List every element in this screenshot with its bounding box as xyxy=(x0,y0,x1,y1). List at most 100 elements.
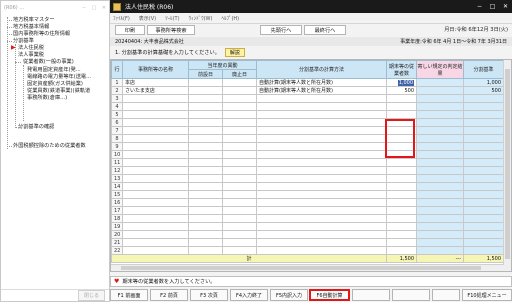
before-date-cell[interactable] xyxy=(188,126,223,135)
tree-item-inhabitant-tax[interactable]: 法人住民税 xyxy=(18,45,44,51)
after-date-cell[interactable] xyxy=(221,94,258,103)
after-date-cell[interactable] xyxy=(221,230,258,239)
office-name-cell[interactable] xyxy=(122,150,189,159)
employees-input-cell[interactable] xyxy=(386,174,418,183)
employees-input-cell[interactable] xyxy=(386,150,418,159)
after-date-cell[interactable] xyxy=(221,166,258,175)
close-button[interactable]: 閉じる xyxy=(77,290,105,301)
after-date-cell[interactable] xyxy=(221,158,258,167)
tree-item-tax-rate-master[interactable]: 地方税率マスター xyxy=(13,17,55,23)
f8-button[interactable] xyxy=(392,289,430,301)
vertical-scrollbar[interactable] xyxy=(503,60,511,271)
after-date-cell[interactable] xyxy=(221,134,258,143)
menu-tools[interactable]: ﾂｰﾙ(T) xyxy=(165,15,179,22)
calc-method-cell[interactable] xyxy=(256,206,388,215)
after-date-cell[interactable] xyxy=(221,174,258,183)
after-date-cell[interactable] xyxy=(221,110,258,119)
after-date-cell[interactable] xyxy=(221,102,258,111)
calc-method-cell[interactable] xyxy=(256,94,388,103)
calc-method-cell[interactable] xyxy=(256,214,388,223)
print-button[interactable]: 印刷 xyxy=(115,25,145,35)
office-name-cell[interactable] xyxy=(122,230,189,239)
f3-button[interactable]: F3 次頁 xyxy=(190,289,228,301)
menu-help[interactable]: ﾍﾙﾌﾟ(H) xyxy=(221,15,239,22)
before-date-cell[interactable] xyxy=(188,238,223,247)
before-date-cell[interactable] xyxy=(188,94,223,103)
after-date-cell[interactable] xyxy=(221,142,258,151)
minimize-icon[interactable]: − xyxy=(79,5,89,11)
before-date-cell[interactable] xyxy=(188,78,223,87)
last-row-button[interactable]: 最終行へ xyxy=(304,25,346,35)
before-date-cell[interactable] xyxy=(188,190,223,199)
after-date-cell[interactable] xyxy=(221,86,258,95)
employees-input-cell[interactable]: 500 xyxy=(386,86,418,95)
f6-button[interactable]: F6自動計算 xyxy=(309,289,350,301)
minimize-icon[interactable]: − xyxy=(473,3,486,10)
employees-input-cell[interactable] xyxy=(386,126,418,135)
tree-item-employees-general[interactable]: 従業者数(一般の事業) xyxy=(23,59,74,65)
after-date-cell[interactable] xyxy=(221,150,258,159)
before-date-cell[interactable] xyxy=(188,110,223,119)
f7-button[interactable] xyxy=(352,289,390,301)
after-date-cell[interactable] xyxy=(221,126,258,135)
employees-input-cell[interactable] xyxy=(386,222,418,231)
employees-input-cell[interactable] xyxy=(386,166,418,175)
employees-input-cell[interactable] xyxy=(386,182,418,191)
employees-input-cell[interactable] xyxy=(386,198,418,207)
employees-input-cell[interactable] xyxy=(386,94,418,103)
employees-input-cell[interactable] xyxy=(386,230,418,239)
menu-file[interactable]: ﾌｧｲﾙ(F) xyxy=(113,15,130,22)
before-date-cell[interactable] xyxy=(188,142,223,151)
calc-method-cell[interactable] xyxy=(256,150,388,159)
employees-input-cell[interactable] xyxy=(386,142,418,151)
employees-input-cell[interactable] xyxy=(386,214,418,223)
before-date-cell[interactable] xyxy=(188,246,223,255)
calc-method-cell[interactable] xyxy=(256,174,388,183)
office-name-cell[interactable] xyxy=(122,214,189,223)
office-name-cell[interactable] xyxy=(122,190,189,199)
calc-method-cell[interactable] xyxy=(256,198,388,207)
employees-input-cell[interactable] xyxy=(386,238,418,247)
before-date-cell[interactable] xyxy=(188,206,223,215)
after-date-cell[interactable] xyxy=(221,182,258,191)
before-date-cell[interactable] xyxy=(188,118,223,127)
before-date-cell[interactable] xyxy=(188,150,223,159)
employees-input-cell[interactable] xyxy=(386,190,418,199)
tree-item-foreign-tax-credit[interactable]: 外国税額控除のための従業者数 xyxy=(13,143,86,149)
office-name-cell[interactable] xyxy=(122,118,189,127)
vertical-scroll-thumb[interactable] xyxy=(505,69,510,259)
f1-button[interactable]: F1 前画面 xyxy=(110,289,148,301)
calc-method-cell[interactable] xyxy=(256,134,388,143)
office-name-cell[interactable] xyxy=(122,142,189,151)
before-date-cell[interactable] xyxy=(188,214,223,223)
before-date-cell[interactable] xyxy=(188,174,223,183)
before-date-cell[interactable] xyxy=(188,230,223,239)
horizontal-scroll-thumb[interactable] xyxy=(121,266,481,270)
office-name-cell[interactable] xyxy=(122,238,189,247)
menu-view[interactable]: 表示(V) xyxy=(139,15,156,22)
office-name-cell[interactable] xyxy=(122,102,189,111)
after-date-cell[interactable] xyxy=(221,246,258,255)
office-name-cell[interactable] xyxy=(122,126,189,135)
calc-method-cell[interactable] xyxy=(256,166,388,175)
tree-item-gas-fixed-assets[interactable]: 固定資産額(ガス供給業) xyxy=(27,81,83,87)
calc-method-cell[interactable] xyxy=(256,182,388,191)
active-input-value[interactable]: 1,000 xyxy=(397,79,415,86)
before-date-cell[interactable] xyxy=(188,158,223,167)
calc-method-cell[interactable] xyxy=(256,238,388,247)
employees-input-cell[interactable] xyxy=(386,110,418,119)
office-search-button[interactable]: 事務所等検索 xyxy=(147,25,195,35)
after-date-cell[interactable] xyxy=(221,214,258,223)
calc-method-cell[interactable] xyxy=(256,126,388,135)
before-date-cell[interactable] xyxy=(188,198,223,207)
tree-item-confirm-apportionment[interactable]: 分割基準の確認 xyxy=(18,124,54,130)
office-name-cell[interactable] xyxy=(122,94,189,103)
before-date-cell[interactable] xyxy=(188,166,223,175)
calc-method-cell[interactable]: 自動計算(期末等人数と所在月数) xyxy=(256,78,388,87)
after-date-cell[interactable] xyxy=(221,190,258,199)
after-date-cell[interactable] xyxy=(221,206,258,215)
office-name-cell[interactable] xyxy=(122,222,189,231)
calc-method-cell[interactable] xyxy=(256,158,388,167)
first-row-button[interactable]: 先頭行へ xyxy=(260,25,302,35)
horizontal-scrollbar[interactable] xyxy=(111,264,504,271)
